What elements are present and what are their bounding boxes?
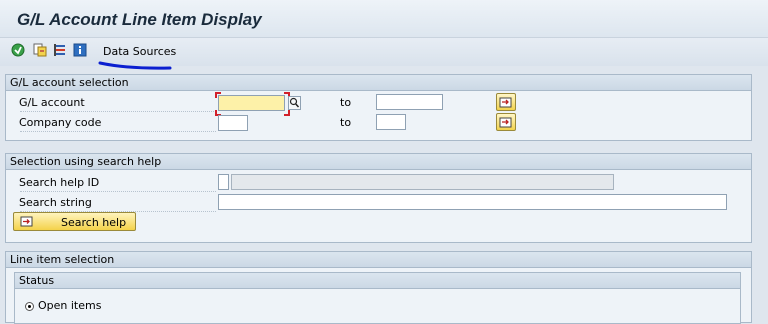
gl-account-to-input[interactable] bbox=[376, 94, 443, 110]
open-items-label: Open items bbox=[38, 299, 102, 312]
search-string-input[interactable] bbox=[218, 194, 727, 210]
label-dots bbox=[20, 131, 216, 133]
search-help-id-input[interactable] bbox=[218, 174, 229, 190]
selection-options-icon[interactable] bbox=[53, 43, 67, 57]
search-help-button[interactable]: Search help bbox=[13, 212, 136, 231]
group-header: Status bbox=[15, 273, 740, 289]
company-code-label: Company code bbox=[19, 116, 102, 129]
arrow-right-icon bbox=[499, 117, 512, 128]
search-help-selection-group: Selection using search help Search help … bbox=[5, 153, 752, 243]
gl-account-label: G/L account bbox=[19, 96, 85, 109]
to-label: to bbox=[340, 96, 352, 109]
company-code-to-input[interactable] bbox=[376, 114, 406, 130]
info-icon[interactable] bbox=[73, 43, 87, 57]
page-title: G/L Account Line Item Display bbox=[17, 10, 262, 29]
company-code-from-input[interactable] bbox=[218, 115, 248, 131]
search-string-label: Search string bbox=[19, 196, 92, 209]
arrow-right-icon bbox=[499, 97, 512, 108]
get-variant-icon[interactable] bbox=[33, 43, 47, 57]
arrow-right-icon bbox=[20, 216, 33, 227]
title-bar: G/L Account Line Item Display bbox=[0, 0, 768, 38]
required-marker bbox=[215, 92, 221, 98]
gl-account-from-input[interactable] bbox=[218, 95, 285, 111]
data-sources-button[interactable]: Data Sources bbox=[103, 45, 176, 58]
line-item-selection-group: Line item selection Status Open items bbox=[5, 251, 752, 324]
multiple-selection-button[interactable] bbox=[496, 113, 516, 131]
gl-account-selection-group: G/L account selection G/L account to Com… bbox=[5, 74, 752, 141]
group-header: Line item selection bbox=[6, 252, 751, 268]
multiple-selection-button[interactable] bbox=[496, 93, 516, 111]
search-help-description-field bbox=[231, 174, 614, 190]
group-header: Selection using search help bbox=[6, 154, 751, 170]
to-label: to bbox=[340, 116, 352, 129]
label-dots bbox=[20, 111, 216, 113]
group-header: G/L account selection bbox=[6, 75, 751, 91]
search-help-id-label: Search help ID bbox=[19, 176, 100, 189]
execute-icon[interactable] bbox=[11, 43, 25, 57]
magnifier-icon bbox=[289, 97, 300, 108]
hand-drawn-underline bbox=[98, 61, 172, 70]
search-help-button[interactable] bbox=[288, 96, 301, 110]
search-help-button-label: Search help bbox=[61, 216, 127, 229]
open-items-radio[interactable] bbox=[25, 302, 34, 311]
status-group: Status Open items bbox=[14, 272, 741, 324]
label-dots bbox=[20, 191, 216, 193]
